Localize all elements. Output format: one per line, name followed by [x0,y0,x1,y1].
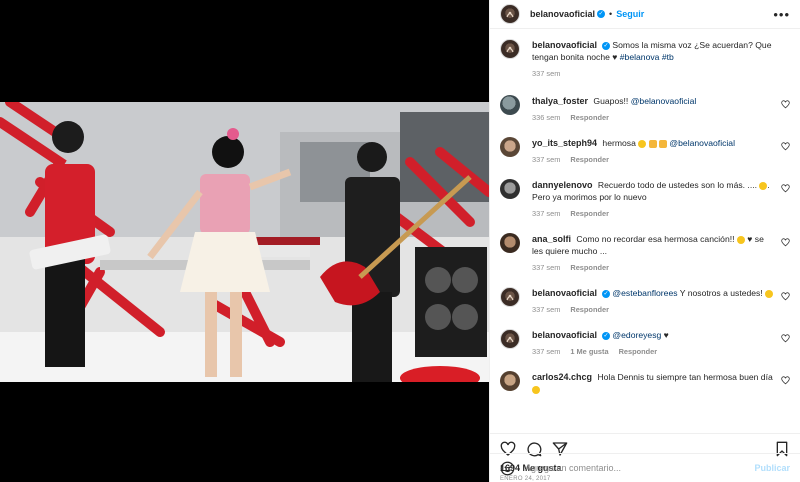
reply-button[interactable]: Responder [570,305,609,314]
follow-button[interactable]: Seguir [616,9,644,19]
like-comment-heart-icon[interactable] [781,238,790,247]
heart-eyes-emoji-icon [532,385,540,394]
like-comment-heart-icon[interactable] [781,100,790,109]
comment-username[interactable]: ana_solfi [532,234,571,244]
separator-dot: • [609,9,613,19]
like-comment-heart-icon[interactable] [781,142,790,151]
more-options-icon[interactable]: ••• [773,7,790,22]
comment-item: ana_solfi Como no recordar esa hermosa c… [500,233,790,274]
comment-time[interactable]: 337 sem [532,209,560,218]
comment-time[interactable]: 337 sem [532,155,560,164]
comment-item: thalya_foster Guapos!! @belanovaoficial … [500,95,790,124]
comment-input[interactable] [525,463,755,473]
comment-time[interactable]: 337 sem [532,305,560,314]
comment-item: carlos24.chcg Hola Dennis tu siempre tan… [500,371,790,395]
avatar[interactable] [500,329,520,349]
comment-like-count[interactable]: 1 Me gusta [570,347,608,356]
comment-mention[interactable]: @estebanflorees [612,288,677,298]
post-header: belanovaoficial ✓ • Seguir ••• [490,0,800,29]
comment-text: Recuerdo todo de ustedes son lo más. ...… [597,180,757,190]
belanova-logo-icon [506,11,514,18]
comment-item: belanovaoficial ✓ @edoreyesg ♥ 337 sem 1 M… [500,329,790,358]
like-comment-heart-icon[interactable] [781,184,790,193]
caption-hashtags[interactable]: #belanova #tb [620,52,674,62]
raised-hands-emoji-icon [659,139,668,148]
emoji-picker-icon[interactable] [500,461,515,476]
comment-username[interactable]: thalya_foster [532,96,588,106]
avatar[interactable] [500,39,520,59]
comment-text: Guapos!! [593,96,631,106]
comment-text: hermosa [602,138,636,148]
belanova-logo-icon [506,46,514,53]
comment-username[interactable]: carlos24.chcg [532,372,592,382]
publish-button[interactable]: Publicar [754,463,790,473]
like-comment-heart-icon[interactable] [781,292,790,301]
reply-button[interactable]: Responder [570,209,609,218]
comment-mention[interactable]: @edoreyesg [612,330,661,340]
comment-username[interactable]: dannyelenovo [532,180,593,190]
reply-button[interactable]: Responder [570,155,609,164]
post-side-panel: belanovaoficial ✓ • Seguir ••• belanovao… [489,0,800,482]
avatar[interactable] [500,137,520,157]
like-comment-heart-icon[interactable] [781,334,790,343]
comments-list[interactable]: belanovaoficial ✓ Somos la misma voz ¿Se … [490,29,800,433]
post-caption: belanovaoficial ✓ Somos la misma voz ¿Se … [500,39,790,80]
caption-body: belanovaoficial ✓ Somos la misma voz ¿Se … [532,39,790,80]
reply-button[interactable]: Responder [570,263,609,272]
post-modal: belanovaoficial ✓ • Seguir ••• belanovao… [0,0,800,482]
comment-item: yo_its_steph94 hermosa @belanovaoficial … [500,137,790,166]
comment-time[interactable]: 337 sem [532,263,560,272]
verified-badge-icon: ✓ [597,10,606,18]
belanova-logo-icon [506,294,514,301]
reply-button[interactable]: Responder [619,347,658,356]
comment-mention[interactable]: @belanovaoficial [669,138,735,148]
verified-badge-icon: ✓ [602,41,611,50]
caption-username[interactable]: belanovaoficial [532,40,597,50]
post-photo[interactable] [0,102,489,382]
heart-eyes-emoji-icon [638,139,647,148]
comment-username[interactable]: yo_its_steph94 [532,138,597,148]
caption-meta: 337 sem [532,68,774,80]
comment-text: Como no recordar esa hermosa canción!! [576,234,735,244]
verified-badge-icon: ✓ [602,289,611,298]
comment-username[interactable]: belanovaoficial [532,288,597,298]
comment-item: dannyelenovo Recuerdo todo de ustedes so… [500,179,790,220]
comment-text: Hola Dennis tu siempre tan hermosa buen … [597,372,773,382]
comment-time[interactable]: 337 sem [532,347,560,356]
avatar[interactable] [500,233,520,253]
avatar[interactable] [500,179,520,199]
avatar[interactable] [500,4,520,24]
comment-time[interactable]: 336 sem [532,113,560,122]
comment-username[interactable]: belanovaoficial [532,330,597,340]
avatar[interactable] [500,371,520,391]
heart-eyes-emoji-icon [736,235,745,244]
thumbs-up-emoji-icon [648,139,657,148]
caption-time[interactable]: 337 sem [532,69,560,78]
avatar[interactable] [500,95,520,115]
smile-emoji-icon [765,289,774,298]
verified-badge-icon: ✓ [602,331,611,340]
reply-button[interactable]: Responder [570,113,609,122]
avatar[interactable] [500,287,520,307]
comment-mention[interactable]: @belanovaoficial [631,96,697,106]
band-photo-illustration [0,102,489,382]
comment-tail: ♥ [661,330,669,340]
post-media [0,0,489,482]
post-author-username[interactable]: belanovaoficial [530,9,595,19]
add-comment-bar: Publicar [490,453,800,482]
black-heart-icon: ♥ [747,234,753,244]
belanova-logo-icon [506,336,514,343]
like-comment-heart-icon[interactable] [781,376,790,385]
comment-tail: Y nosotros a ustedes! [677,288,763,298]
comment-item: belanovaoficial ✓ @estebanflorees Y nosot… [500,287,790,316]
